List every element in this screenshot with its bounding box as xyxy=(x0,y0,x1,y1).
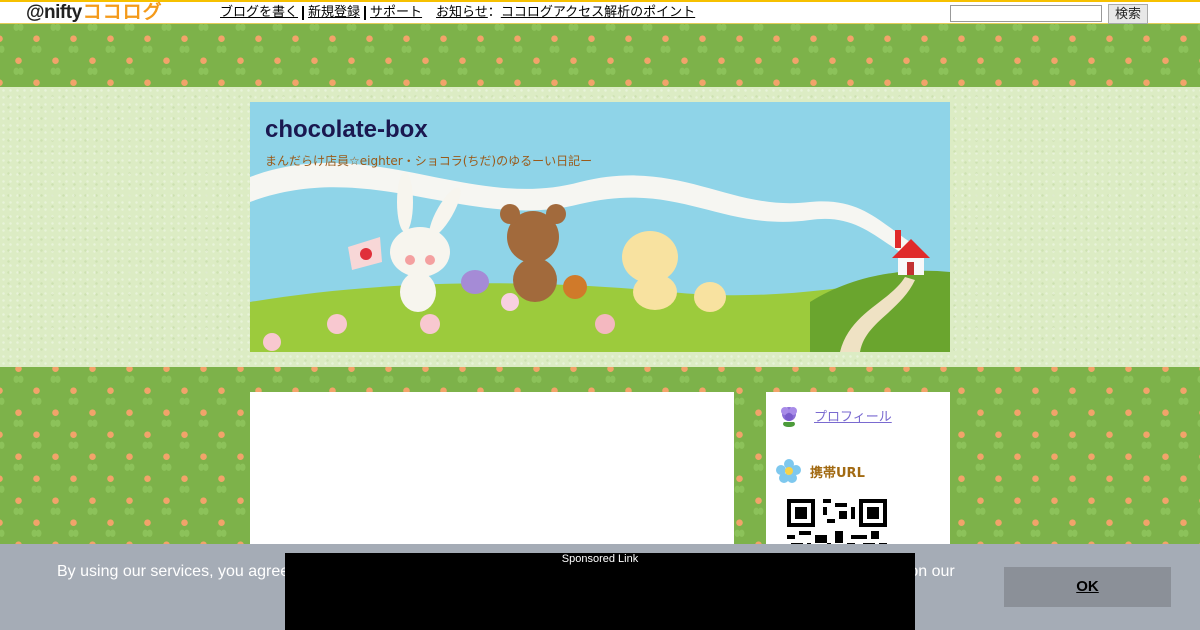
cookie-ok-button[interactable]: OK xyxy=(1004,567,1171,607)
cocolog-logo[interactable]: @niftyココログ xyxy=(26,2,163,24)
sponsored-ad-overlay[interactable]: Sponsored Link xyxy=(285,553,915,630)
sidebar-item-profile[interactable]: プロフィール xyxy=(776,402,892,428)
topbar-links: ブログを書く 新規登録 サポート お知らせ：ココログアクセス解析のポイント xyxy=(220,2,695,24)
notice-colon: ： xyxy=(487,4,501,19)
nifty-topbar: @niftyココログ ブログを書く 新規登録 サポート お知らせ：ココログアクセス解析… xyxy=(0,0,1200,24)
notice-link[interactable]: お知らせ xyxy=(436,4,488,19)
sidebar-mobile-url: 携帯URL xyxy=(776,458,865,484)
support-link[interactable]: サポート xyxy=(370,4,422,19)
register-link[interactable]: 新規登録 xyxy=(308,4,360,19)
profile-link[interactable]: プロフィール xyxy=(814,406,892,425)
sponsored-label: Sponsored Link xyxy=(561,553,639,565)
search-button[interactable]: 検索 xyxy=(1108,4,1148,24)
logo-nifty-text: @nifty xyxy=(26,2,82,23)
write-blog-link[interactable]: ブログを書く xyxy=(220,4,298,19)
blog-title[interactable]: chocolate-box xyxy=(265,116,428,144)
search-input[interactable] xyxy=(950,5,1102,22)
link-divider xyxy=(302,5,305,20)
qr-code-image xyxy=(787,499,887,547)
blue-flower-icon xyxy=(776,459,801,483)
link-divider xyxy=(364,5,367,20)
access-analysis-link[interactable]: ココログアクセス解析のポイント xyxy=(501,4,695,19)
mobile-url-heading: 携帯URL xyxy=(810,465,865,481)
cookie-message: By using our services, you agree xyxy=(57,563,290,580)
logo-cocolog-text: ココログ xyxy=(82,2,163,23)
blog-description: まんだらけ店員☆eighter・ショコラ(ちだ)のゆるーい日記ー xyxy=(265,154,593,168)
purple-flower-icon xyxy=(781,407,797,427)
